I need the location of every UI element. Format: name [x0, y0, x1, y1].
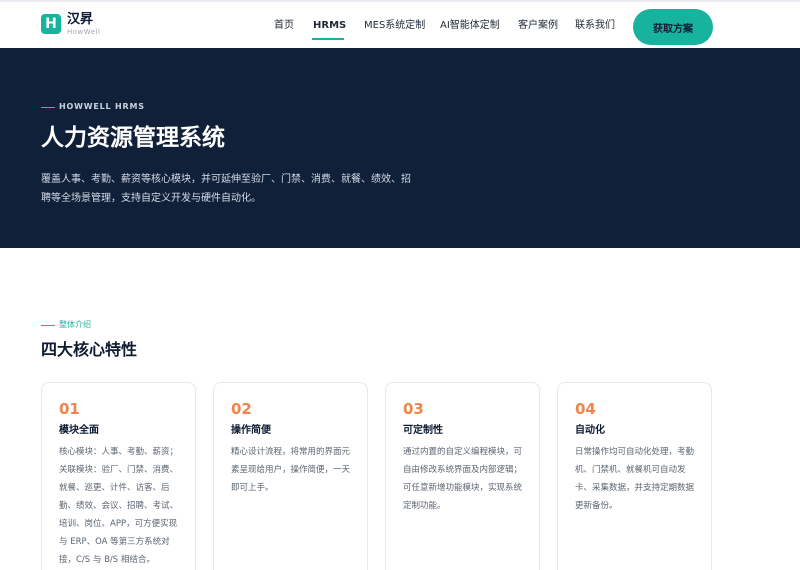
feature-card: 02 操作简便 精心设计流程，将常用的界面元素呈现给用户，操作简便，一天即可上手… [213, 382, 368, 570]
feature-title: 模块全面 [59, 425, 99, 436]
nav-item-hrms[interactable]: HRMS [313, 19, 346, 33]
hero-title: 人力资源管理系统 [41, 125, 225, 151]
feature-title: 操作简便 [231, 425, 271, 436]
hero-banner: HOWWELL HRMS 人力资源管理系统 覆盖人事、考勤、薪资等核心模块，并可… [0, 48, 800, 248]
get-solution-button[interactable]: 获取方案 [633, 9, 713, 45]
brand-name[interactable]: 汉昇 [67, 13, 93, 27]
feature-card: 01 模块全面 核心模块：人事、考勤、薪资；关联模块：验厂、门禁、消费、就餐、巡… [41, 382, 196, 570]
feature-description: 精心设计流程，将常用的界面元素呈现给用户，操作简便，一天即可上手。 [231, 447, 351, 493]
feature-card: 03 可定制性 通过内置的自定义编程模块，可自由修改系统界面及内部逻辑；可任意新… [385, 382, 540, 570]
nav-item-mes[interactable]: MES系统定制 [364, 19, 425, 33]
section-tag-dash [41, 325, 55, 326]
section-title: 四大核心特性 [41, 340, 138, 359]
feature-description: 核心模块：人事、考勤、薪资；关联模块：验厂、门禁、消费、就餐、巡更、计件、访客、… [59, 447, 179, 565]
feature-card: 04 自动化 日常操作均可自动化处理，考勤机、门禁机、就餐机可自动发卡、采集数据… [557, 382, 712, 570]
nav-active-indicator [312, 38, 344, 40]
nav-item-cases[interactable]: 客户案例 [518, 19, 558, 33]
feature-number: 03 [403, 400, 424, 418]
feature-number: 01 [59, 400, 80, 418]
feature-description: 通过内置的自定义编程模块，可自由修改系统界面及内部逻辑；可任意新增功能模块，实现… [403, 447, 523, 511]
section-tag: 整体介绍 [59, 320, 91, 329]
feature-title: 自动化 [575, 425, 605, 436]
hero-tag-dash [41, 107, 55, 108]
hero-tag: HOWWELL HRMS [59, 102, 145, 111]
feature-number: 04 [575, 400, 596, 418]
brand-name-en: HowWell [67, 28, 101, 36]
logo-icon[interactable]: H [41, 14, 61, 34]
feature-title: 可定制性 [403, 425, 443, 436]
nav-item-ai-agent[interactable]: AI智能体定制 [440, 19, 500, 33]
hero-description: 覆盖人事、考勤、薪资等核心模块，并可延伸至验厂、门禁、消费、就餐、绩效、招聘等全… [41, 174, 411, 204]
site-header: H 汉昇 HowWell 首页 HRMS MES系统定制 AI智能体定制 客户案… [0, 0, 800, 48]
nav-item-home[interactable]: 首页 [274, 19, 294, 33]
feature-number: 02 [231, 400, 252, 418]
nav-item-contact[interactable]: 联系我们 [575, 19, 615, 33]
feature-description: 日常操作均可自动化处理，考勤机、门禁机、就餐机可自动发卡、采集数据，并支持定期数… [575, 447, 695, 511]
